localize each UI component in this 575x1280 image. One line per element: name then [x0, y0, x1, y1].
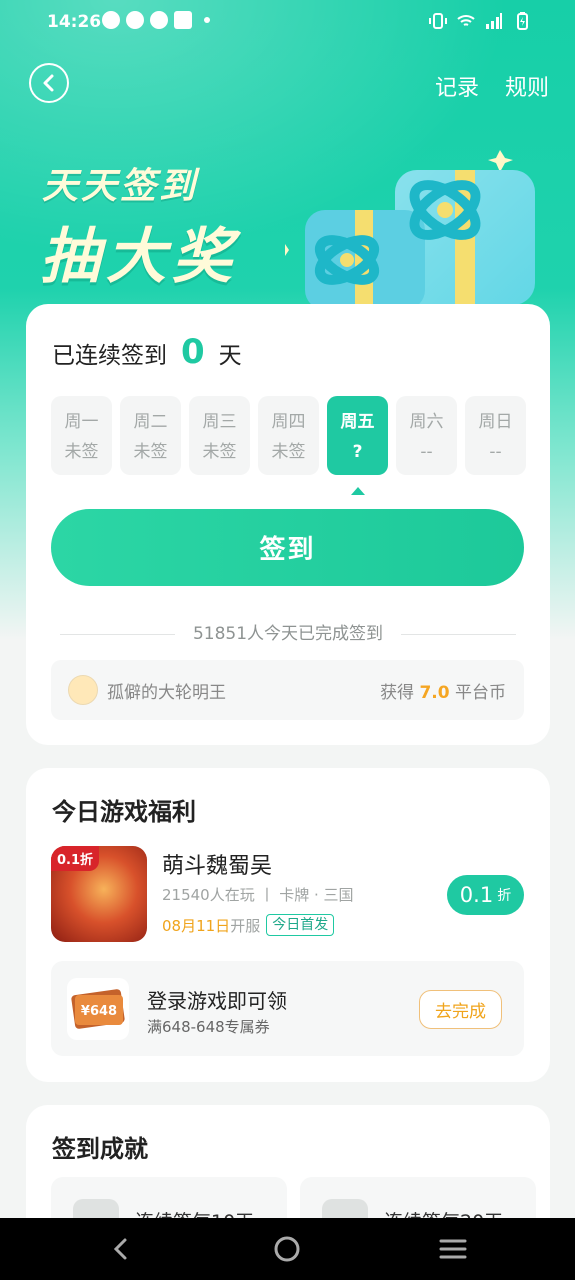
reward-ticker: 孤僻的大轮明王 获得 7.0 平台币 [51, 660, 524, 720]
game-meta: 21540人在玩 丨 卡牌 · 三国 [162, 886, 354, 904]
message-icon [102, 11, 120, 29]
record-link[interactable]: 记录 [435, 70, 479, 102]
completed-text: 51851人今天已完成签到 [192, 624, 384, 644]
game-icon[interactable]: 0.1折 [51, 846, 147, 942]
ticket-icon: ¥648 [71, 989, 125, 1029]
discount-value: 0.1 [459, 883, 494, 907]
rules-link[interactable]: 规则 [505, 70, 549, 102]
streak-count: 0 [181, 332, 205, 372]
day-state: 未签 [64, 442, 99, 462]
achievements-title: 签到成就 [52, 1135, 148, 1163]
nav-back-button[interactable] [104, 1232, 138, 1266]
notification-icons [102, 11, 210, 29]
chevron-left-icon [43, 74, 54, 92]
day-monday[interactable]: 周一 未签 [51, 396, 112, 475]
banner-line-2: 抽大奖 [40, 222, 238, 292]
checkin-completed-count: 51851人今天已完成签到 [26, 619, 550, 644]
status-bar: 14:26 [0, 0, 575, 48]
checkin-card: 已连续签到 0 天 周一未签 周二未签 周三未签 周四未签 周五? 周六 -- 周… [26, 304, 550, 745]
day-friday-current[interactable]: 周五? [327, 396, 388, 495]
day-state: -- [489, 442, 502, 462]
divider-line [401, 633, 517, 635]
system-nav-bar [0, 1218, 575, 1280]
day-state: ? [352, 442, 363, 462]
day-sunday[interactable]: 周日 -- [465, 396, 526, 475]
day-name: 周一 [64, 412, 99, 432]
launch-suffix: 开服 [230, 916, 261, 935]
day-name: 周三 [202, 412, 237, 432]
coupon-task: ¥648 登录游戏即可领 满648-648专属券 去完成 [51, 961, 524, 1056]
signal-icon [486, 13, 502, 29]
reward-user-name: 孤僻的大轮明王 [107, 683, 226, 703]
app-icon [150, 11, 168, 29]
day-name: 周四 [271, 412, 306, 432]
reward-gain: 获得 7.0 平台币 [380, 678, 506, 703]
coupon-title: 登录游戏即可领 [147, 989, 287, 1013]
divider-line [59, 633, 175, 635]
menu-icon [439, 1239, 467, 1259]
day-state: 未签 [271, 442, 306, 462]
home-circle-icon [274, 1236, 300, 1262]
game-icon-tag: 0.1折 [51, 846, 100, 871]
day-state: -- [420, 442, 433, 462]
reward-suffix: 平台币 [455, 683, 506, 703]
nav-menu-button[interactable] [436, 1232, 470, 1266]
nav-home-button[interactable] [270, 1232, 304, 1266]
first-launch-badge: 今日首发 [266, 914, 335, 936]
battery-icon [517, 12, 528, 30]
discount-unit: 折 [497, 888, 512, 904]
settings-icon [126, 11, 144, 29]
ticket-value: ¥648 [81, 1004, 117, 1019]
day-name: 周五 [340, 412, 375, 432]
reward-amount: 7.0 [419, 683, 450, 703]
welfare-title: 今日游戏福利 [52, 798, 196, 826]
day-saturday[interactable]: 周六 -- [396, 396, 457, 475]
day-thursday[interactable]: 周四 未签 [258, 396, 319, 475]
game-launch: 08月11日 开服 今日首发 [162, 914, 335, 936]
streak-prefix: 已连续签到 [52, 343, 167, 369]
wifi-icon [457, 15, 475, 26]
gift-box-illustration [285, 150, 535, 310]
go-complete-button[interactable]: 去完成 [419, 990, 502, 1029]
week-days: 周一未签 周二未签 周三未签 周四未签 周五? 周六 -- 周日 -- [51, 396, 526, 495]
day-wednesday[interactable]: 周三 未签 [189, 396, 250, 475]
day-name: 周六 [409, 412, 444, 432]
banner-line-1: 天天签到 [42, 166, 199, 207]
checkin-button[interactable]: 签到 [51, 509, 524, 586]
back-arrow-icon [113, 1238, 127, 1260]
day-state: 未签 [133, 442, 168, 462]
streak-suffix: 天 [218, 343, 242, 369]
streak-summary: 已连续签到 0 天 [52, 332, 242, 372]
day-name: 周二 [133, 412, 168, 432]
discount-button[interactable]: 0.1 折 [447, 875, 524, 915]
bag-icon [174, 11, 192, 29]
game-welfare-card: 今日游戏福利 0.1折 萌斗魏蜀吴 21540人在玩 丨 卡牌 · 三国 08月… [26, 768, 550, 1082]
reward-prefix: 获得 [380, 683, 415, 703]
status-time: 14:26 [47, 12, 102, 32]
day-tuesday[interactable]: 周二 未签 [120, 396, 181, 475]
launch-date: 08月11日 [162, 916, 231, 935]
back-button[interactable] [29, 63, 69, 103]
system-icons [429, 12, 531, 30]
more-dot-icon [204, 17, 210, 23]
avatar [68, 675, 98, 705]
day-name: 周日 [478, 412, 513, 432]
coupon-subtitle: 满648-648专属券 [147, 1018, 270, 1036]
day-state: 未签 [202, 442, 237, 462]
vibrate-icon [429, 13, 447, 29]
game-name[interactable]: 萌斗魏蜀吴 [162, 848, 272, 880]
coupon-icon: ¥648 [67, 978, 129, 1040]
